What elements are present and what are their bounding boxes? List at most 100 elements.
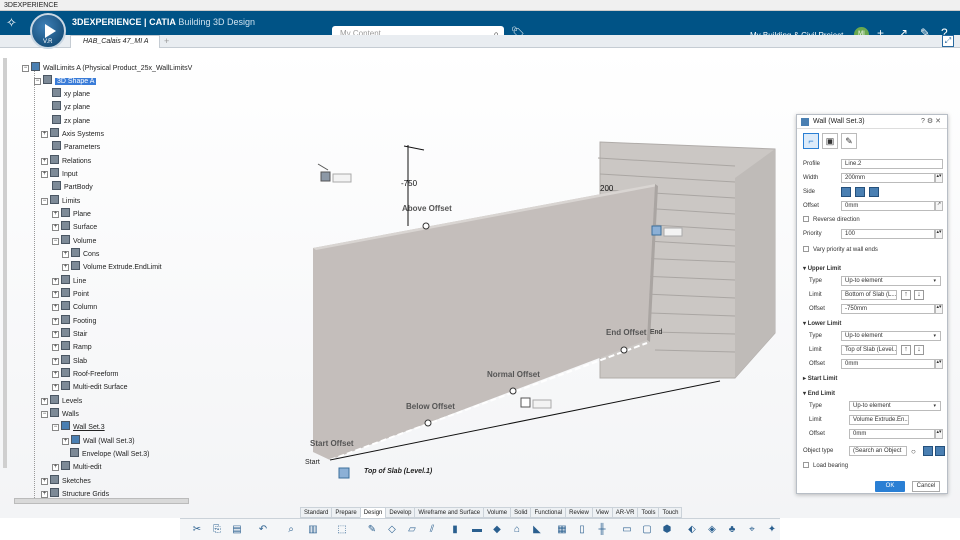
tree-item-sketches[interactable]: + Sketches [41, 475, 91, 486]
tree-item-slab[interactable]: + Slab [52, 355, 87, 366]
end-offset-stepper[interactable]: ▴▾ [935, 429, 943, 439]
ds-logo-icon[interactable]: ✧ [6, 15, 17, 31]
zoom-icon[interactable]: ⌕ [284, 523, 298, 537]
vary-priority-checkbox[interactable] [803, 246, 809, 252]
reverse-direction-checkbox[interactable] [803, 216, 809, 222]
expand-icon[interactable]: ⤢ [942, 35, 954, 47]
side-center-icon[interactable] [855, 187, 865, 197]
above-offset-label[interactable]: Above Offset [402, 204, 452, 213]
solid-mode-icon[interactable]: ▣ [822, 133, 838, 149]
upper-type-select[interactable]: Up-to element ▾ [841, 276, 941, 286]
tree-item-plane[interactable]: + Plane [52, 208, 91, 219]
sketch-mode-icon[interactable]: ✎ [841, 133, 857, 149]
start-limit-section[interactable]: ▸ Start Limit [803, 375, 837, 382]
normal-offset-label[interactable]: Normal Offset [487, 370, 540, 379]
side-right-icon[interactable] [869, 187, 879, 197]
tree-item-relations[interactable]: + Relations [41, 155, 91, 166]
tree-horizontal-scrollbar[interactable] [14, 498, 189, 504]
tree-item-limits[interactable]: − Limits [41, 195, 80, 206]
tree-item-stair[interactable]: + Stair [52, 328, 87, 339]
load-bearing-checkbox[interactable] [803, 462, 809, 468]
width-stepper[interactable]: ▴▾ [935, 173, 943, 183]
tree-item-surface[interactable]: + Surface [52, 221, 97, 232]
upper-limit-field[interactable]: Bottom of Slab (L... [841, 290, 897, 300]
compass-button[interactable]: V.R [30, 13, 66, 49]
tab-ar-vr[interactable]: AR-VR [611, 507, 639, 518]
tree-item-ramp[interactable]: + Ramp [52, 341, 92, 352]
tab-design[interactable]: Design [359, 507, 387, 518]
tab-volume[interactable]: Volume [483, 507, 512, 518]
ok-button[interactable]: OK [875, 481, 905, 492]
render-icon[interactable]: ✦ [765, 523, 779, 537]
side-left-icon[interactable] [841, 187, 851, 197]
tag-tool-icon[interactable]: ⬖ [685, 523, 699, 537]
upper-limit-down-icon[interactable]: ↓ [914, 290, 924, 300]
tree-item-volume-extrude[interactable]: + Volume Extrude.EndLimit [62, 261, 162, 272]
tree-item-footing[interactable]: + Footing [52, 315, 96, 326]
tab-document[interactable]: HAB_Calais 47_MI A [70, 35, 160, 48]
end-offset-label[interactable]: End Offset [606, 328, 646, 337]
tree-item-walls[interactable]: − Walls [41, 408, 79, 419]
tree-item-xy-plane[interactable]: xy plane [52, 88, 90, 99]
undo-icon[interactable]: ↶ [256, 523, 270, 537]
end-limit-field[interactable]: Volume Extrude.En... [849, 415, 909, 425]
tree-item-wall-set[interactable]: − Wall Set.3 [52, 421, 105, 432]
upper-limit-up-icon[interactable]: ↑ [901, 290, 911, 300]
door-icon[interactable]: ▭ [620, 523, 634, 537]
railing-icon[interactable]: ╫ [595, 523, 609, 537]
upper-offset-stepper[interactable]: ▴▾ [935, 304, 943, 314]
tree-item-volume[interactable]: − Volume [52, 235, 96, 246]
priority-field[interactable]: 100 [841, 229, 935, 239]
tree-icon[interactable]: ♣ [725, 523, 739, 537]
tab-solid[interactable]: Solid [510, 507, 532, 518]
tree-item-roof-freeform[interactable]: + Roof-Freeform [52, 368, 119, 379]
tree-scrollbar[interactable] [3, 58, 7, 468]
tree-item-multi-edit-surface[interactable]: + Multi-edit Surface [52, 381, 127, 392]
cut-icon[interactable]: ✂ [190, 523, 204, 537]
tree-item-partbody[interactable]: PartBody [52, 181, 93, 192]
width-field[interactable]: 200mm [841, 173, 935, 183]
select-icon[interactable]: ⬚ [335, 523, 349, 537]
tree-item-multi-edit[interactable]: + Multi-edit [52, 461, 101, 472]
end-limit-section[interactable]: ▾ End Limit [803, 390, 835, 397]
copy-icon[interactable]: ⎘ [210, 523, 224, 537]
tree-item-line[interactable]: + Line [52, 275, 86, 286]
profile-field[interactable]: Line.2 [841, 159, 943, 169]
offset-field[interactable]: 0mm [841, 201, 935, 211]
sketch-icon[interactable]: ✎ [365, 523, 379, 537]
object-type-field[interactable]: (Search an Object [849, 446, 907, 456]
tree-item-envelope[interactable]: Envelope (Wall Set.3) [70, 448, 149, 459]
slab-tag[interactable]: Top of Slab (Level.1) [364, 468, 432, 475]
lower-limit-down-icon[interactable]: ↓ [914, 345, 924, 355]
tab-standard[interactable]: Standard [300, 507, 333, 518]
lower-offset-field[interactable]: 0mm [841, 359, 935, 369]
tree-item-input[interactable]: + Input [41, 168, 78, 179]
upper-limit-section[interactable]: ▾ Upper Limit [803, 265, 841, 272]
lower-offset-stepper[interactable]: ▴▾ [935, 359, 943, 369]
book-icon[interactable]: ▥ [306, 523, 320, 537]
add-tab-icon[interactable]: + [164, 36, 169, 46]
end-type-select[interactable]: Up-to element ▾ [849, 401, 941, 411]
cube-icon[interactable]: ⬢ [660, 523, 674, 537]
tab-view[interactable]: View [591, 507, 613, 518]
tree-item-levels[interactable]: + Levels [41, 395, 82, 406]
lower-limit-section[interactable]: ▾ Lower Limit [803, 320, 841, 327]
tab-tools[interactable]: Tools [637, 507, 660, 518]
wall-geometry[interactable] [313, 184, 655, 460]
label-icon[interactable]: ◈ [705, 523, 719, 537]
grid-icon[interactable]: ▦ [555, 523, 569, 537]
roof-icon[interactable]: ⌂ [510, 523, 524, 537]
tree-item-yz-plane[interactable]: yz plane [52, 101, 90, 112]
stair-tool-icon[interactable]: ⫽ [425, 523, 439, 537]
cancel-button[interactable]: Cancel [912, 481, 940, 492]
start-offset-label[interactable]: Start Offset [310, 439, 354, 448]
beam-icon[interactable]: ▬ [470, 523, 484, 537]
tree-item-axis-systems[interactable]: + Axis Systems [41, 128, 104, 139]
plane-icon[interactable]: ◇ [385, 523, 399, 537]
tab-touch[interactable]: Touch [658, 507, 683, 518]
panel-controls[interactable]: ?⚙✕ [921, 115, 943, 129]
tree-root[interactable]: − WallLimits A (Physical Product_25x_Wall… [22, 62, 192, 73]
tree-item-wall[interactable]: + Wall (Wall Set.3) [62, 435, 135, 446]
column-icon[interactable]: ▮ [448, 523, 462, 537]
opening-icon[interactable]: ▯ [575, 523, 589, 537]
